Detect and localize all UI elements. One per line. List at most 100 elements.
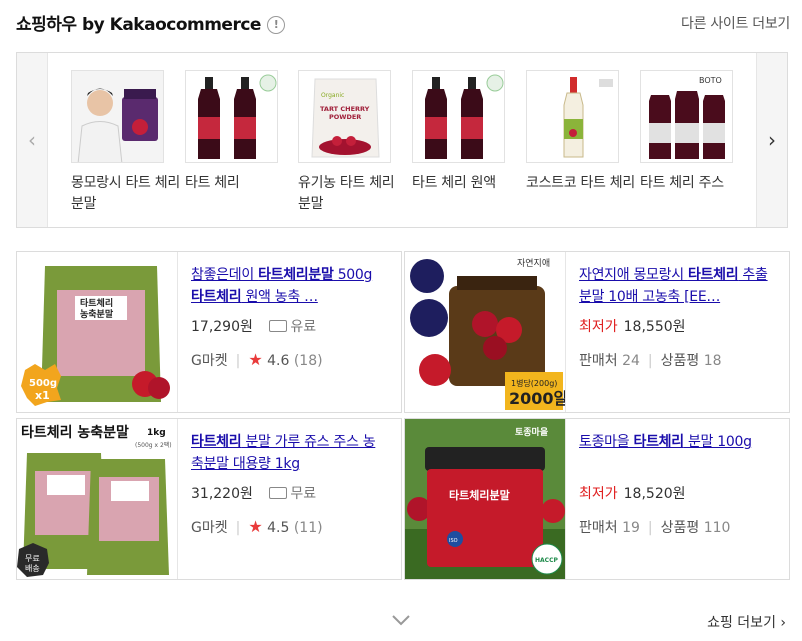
three-bottles-image: BOTO	[641, 71, 732, 162]
price-line: 31,220원 무료	[191, 483, 387, 503]
svg-text:자연지애: 자연지애	[517, 258, 550, 269]
truck-icon	[269, 487, 288, 499]
carousel-thumb	[71, 70, 164, 163]
carousel-item[interactable]: Organic TART CHERRY POWDER 유기농 타트 체리 분말	[298, 70, 410, 215]
carousel-item[interactable]: 코스트코 타트 체리	[526, 70, 638, 194]
single-bottle-image	[527, 71, 618, 162]
rating: 4.6	[267, 353, 290, 369]
chevron-left-icon: ‹	[28, 128, 36, 152]
price: 18,550원	[623, 319, 686, 335]
product-info: 자연지애 몽모랑시 타트체리 추출분말 10배 고농축 [EE… 최저가 18,5…	[579, 264, 775, 370]
svg-text:타트체리 농축분말: 타트체리 농축분말	[21, 425, 129, 441]
seller-label: 판매처	[579, 353, 618, 369]
header: 쇼핑하우 by Kakaocommerce! 다른 사이트 더보기	[16, 10, 790, 36]
carousel-next-button[interactable]: ›	[756, 53, 787, 227]
product-image[interactable]: 토종마을 타트체리분말 ISO HACCP	[405, 419, 566, 579]
meta-line: G마켓 | ★ 4.6 (18)	[191, 350, 323, 369]
chevron-right-icon: ›	[768, 128, 776, 152]
svg-text:배송: 배송	[25, 564, 40, 573]
svg-text:1kg: 1kg	[147, 428, 166, 438]
product-title-link[interactable]: 토종마을 타트체리 분말 100g	[579, 431, 775, 475]
star-icon: ★	[248, 350, 263, 369]
lowest-price-label: 최저가	[579, 486, 618, 502]
svg-text:농축분말: 농축분말	[80, 308, 114, 320]
product-card[interactable]: 타트체리 농축분말 500g x1 참좋은데이 타트체리분말 500g 타트체리…	[16, 251, 402, 413]
carousel-thumb	[412, 70, 505, 163]
product-card[interactable]: 타트체리 농축분말 1kg (500g x 2팩) 무료 배송 타트체리 분말 …	[16, 418, 402, 580]
shopping-more-link[interactable]: 쇼핑 더보기 ›	[707, 612, 786, 632]
review-count: 110	[703, 520, 731, 536]
svg-text:토종마을: 토종마을	[515, 426, 548, 438]
carousel-item-label: 유기농 타트 체리 분말	[298, 175, 395, 212]
svg-text:Organic: Organic	[321, 92, 344, 99]
svg-text:1병당(200g): 1병당(200g)	[511, 378, 557, 388]
carousel-thumb: BOTO	[640, 70, 733, 163]
carousel-prev-button[interactable]: ‹	[17, 53, 48, 227]
carousel-item[interactable]: 타트 체리	[185, 70, 297, 194]
svg-text:POWDER: POWDER	[329, 113, 361, 121]
shipping-info: 무료	[269, 486, 316, 502]
review-label: 상품평	[660, 353, 700, 369]
seller-name: G마켓	[191, 353, 228, 369]
product-card[interactable]: 자연지애 1병당(200g) 2000알 자연지애 몽모랑시 타트체리 추출분말…	[404, 251, 790, 413]
svg-text:타트체리: 타트체리	[80, 297, 113, 309]
product-title-link[interactable]: 참좋은데이 타트체리분말 500g 타트체리 원액 농축 …	[191, 264, 387, 308]
carousel-item-label: 타트 체리	[185, 175, 240, 191]
cherry-jar-image: 자연지애 1병당(200g) 2000알	[405, 252, 565, 412]
carousel-item-label: 몽모랑시 타트 체리 분말	[71, 175, 180, 212]
product-info: 참좋은데이 타트체리분말 500g 타트체리 원액 농축 … 17,290원 유…	[191, 264, 387, 370]
review-count: 18	[703, 353, 722, 369]
svg-text:무료: 무료	[25, 554, 40, 563]
svg-text:(500g x 2팩): (500g x 2팩)	[135, 441, 172, 449]
shipping-info: 유료	[269, 319, 316, 335]
rating-count: (18)	[293, 353, 323, 369]
related-keywords-carousel: ‹ 몽모랑시 타트 체리 분말 타트 체리 Organic TART CHERR…	[16, 52, 788, 228]
man-with-bottle-image	[72, 71, 163, 162]
svg-text:TART CHERRY: TART CHERRY	[320, 105, 370, 113]
seller-label: 판매처	[579, 520, 618, 536]
product-title-link[interactable]: 타트체리 분말 가루 쥬스 주스 농축분말 대용량 1kg	[191, 431, 387, 475]
juice-bottles-image	[413, 71, 504, 162]
product-info: 토종마을 타트체리 분말 100g 최저가 18,520원 판매처 19 | 상품평 …	[579, 431, 775, 537]
product-image[interactable]: 타트체리 농축분말 500g x1	[17, 252, 178, 412]
seller-count: 19	[622, 520, 640, 536]
truck-icon	[269, 320, 288, 332]
powder-pouch-image: Organic TART CHERRY POWDER	[299, 71, 390, 162]
seller-name: G마켓	[191, 520, 228, 536]
meta-line: G마켓 | ★ 4.5 (11)	[191, 517, 323, 536]
info-icon[interactable]: !	[266, 16, 285, 34]
juice-bottles-image	[186, 71, 277, 162]
product-info: 타트체리 분말 가루 쥬스 주스 농축분말 대용량 1kg 31,220원 무료…	[191, 431, 387, 537]
svg-text:ISO: ISO	[449, 538, 458, 544]
carousel-item[interactable]: BOTO 타트 체리 주스	[640, 70, 752, 194]
carousel-item[interactable]: 몽모랑시 타트 체리 분말	[71, 70, 183, 215]
product-card[interactable]: 토종마을 타트체리분말 ISO HACCP 토종마을 타트체리 분말 100g …	[404, 418, 790, 580]
carousel-item-label: 타트 체리 주스	[640, 175, 724, 191]
svg-text:500g: 500g	[29, 378, 57, 389]
carousel-item[interactable]: 타트 체리 원액	[412, 70, 524, 194]
two-pouches-image: 타트체리 농축분말 1kg (500g x 2팩) 무료 배송	[17, 419, 177, 579]
carousel-item-label: 코스트코 타트 체리	[526, 175, 635, 191]
price-line: 17,290원 유료	[191, 316, 387, 336]
svg-text:BOTO: BOTO	[699, 76, 722, 85]
cherry-powder-jar-image: 토종마을 타트체리분말 ISO HACCP	[405, 419, 565, 579]
product-image[interactable]: 자연지애 1병당(200g) 2000알	[405, 252, 566, 412]
carousel-thumb	[185, 70, 278, 163]
star-icon: ★	[248, 517, 263, 536]
section-title: 쇼핑하우 by Kakaocommerce!	[16, 10, 285, 35]
product-image[interactable]: 타트체리 농축분말 1kg (500g x 2팩) 무료 배송	[17, 419, 178, 579]
more-sites-link[interactable]: 다른 사이트 더보기	[681, 13, 790, 33]
price: 18,520원	[623, 486, 686, 502]
product-title-link[interactable]: 자연지애 몽모랑시 타트체리 추출분말 10배 고농축 [EE…	[579, 264, 775, 308]
price: 31,220원	[191, 486, 253, 502]
carousel-thumb	[526, 70, 619, 163]
lowest-price-label: 최저가	[579, 319, 618, 335]
expand-chevron-down-icon[interactable]	[391, 610, 411, 630]
rating-count: (11)	[293, 520, 323, 536]
svg-text:2000알: 2000알	[509, 389, 565, 408]
svg-text:HACCP: HACCP	[535, 557, 558, 564]
price-line: 최저가 18,550원	[579, 316, 775, 336]
svg-text:타트체리분말: 타트체리분말	[449, 488, 510, 502]
rating: 4.5	[267, 520, 290, 536]
green-pouch-image: 타트체리 농축분말 500g x1	[17, 252, 177, 412]
